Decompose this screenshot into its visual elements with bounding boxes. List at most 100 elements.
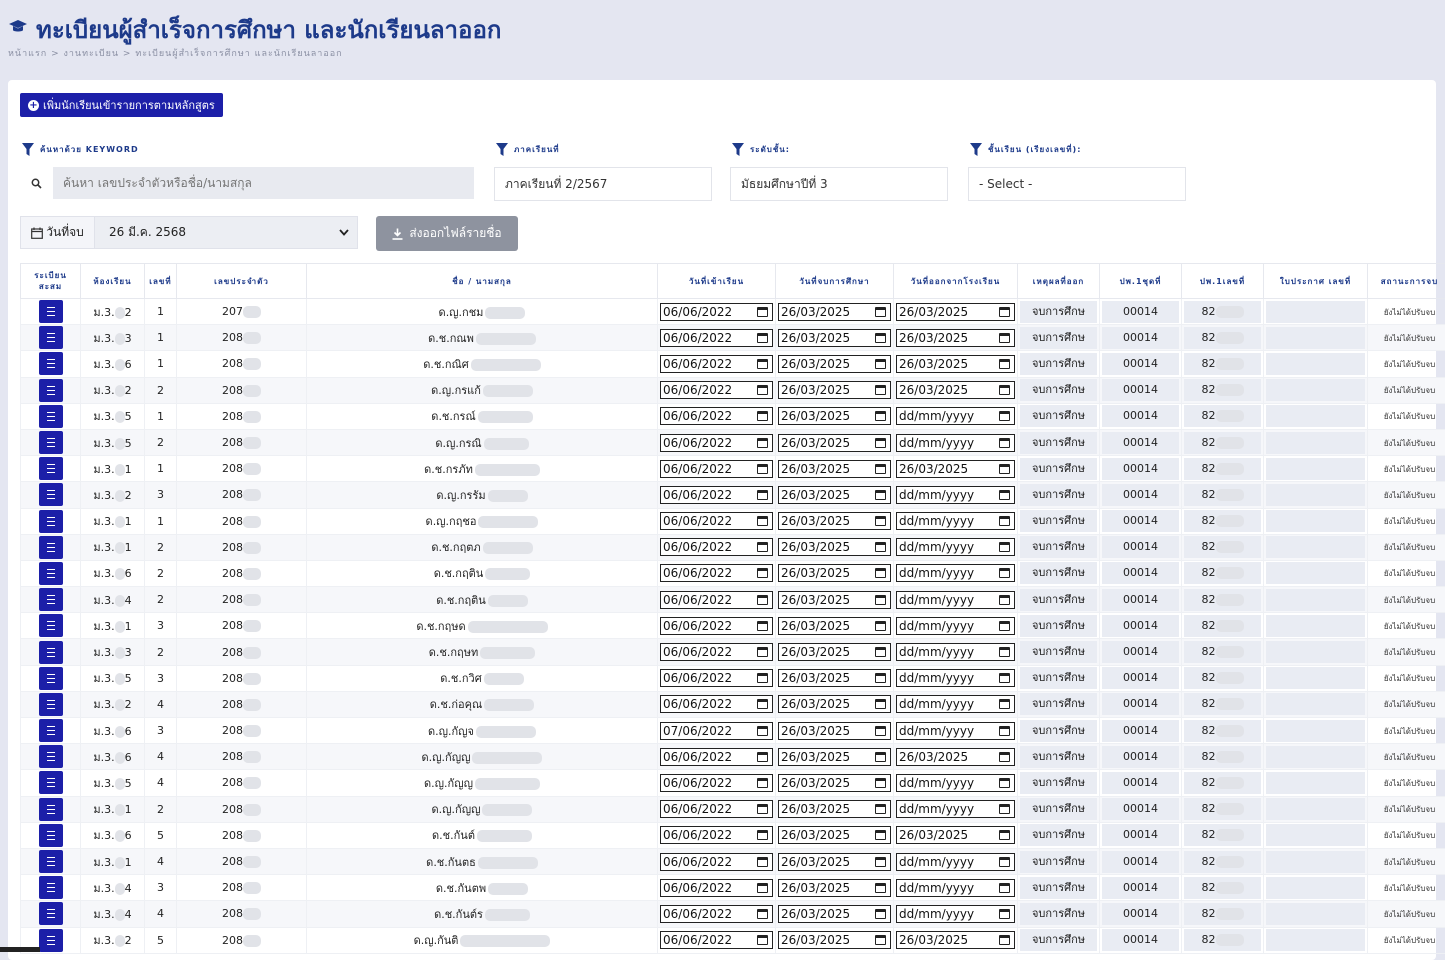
diploma-no-input[interactable]	[1266, 458, 1365, 480]
grad-date-input[interactable]: 26/03/2025	[778, 538, 891, 556]
record-button[interactable]	[39, 929, 63, 952]
diploma-no-input[interactable]	[1266, 615, 1365, 637]
leave-date-input[interactable]: 26/03/2025	[896, 460, 1015, 478]
cert-set-input[interactable]: 00014	[1102, 772, 1179, 794]
leave-date-input[interactable]: dd/mm/yyyy	[896, 879, 1015, 897]
cert-set-input[interactable]: 00014	[1102, 929, 1179, 951]
cert-set-input[interactable]: 00014	[1102, 484, 1179, 506]
grad-date-input[interactable]: 26/03/2025	[778, 722, 891, 740]
export-button[interactable]: ส่งออกไฟล์รายชื่อ	[376, 216, 518, 251]
enter-date-input[interactable]: 06/06/2022	[660, 905, 773, 923]
term-select[interactable]: ภาคเรียนที่ 2/2567	[494, 167, 712, 201]
record-button[interactable]	[39, 562, 63, 585]
cert-set-input[interactable]: 00014	[1102, 353, 1179, 375]
enter-date-input[interactable]: 06/06/2022	[660, 879, 773, 897]
record-button[interactable]	[39, 326, 63, 349]
leave-date-input[interactable]: 26/03/2025	[896, 355, 1015, 373]
reason-input[interactable]: จบการศึกษ	[1020, 693, 1097, 715]
cert-set-input[interactable]: 00014	[1102, 432, 1179, 454]
cert-no-input[interactable]: 82	[1184, 824, 1261, 846]
cert-set-input[interactable]: 00014	[1102, 562, 1179, 584]
reason-input[interactable]: จบการศึกษ	[1020, 432, 1097, 454]
enter-date-input[interactable]: 06/06/2022	[660, 591, 773, 609]
reason-input[interactable]: จบการศึกษ	[1020, 536, 1097, 558]
leave-date-input[interactable]: 26/03/2025	[896, 329, 1015, 347]
cert-set-input[interactable]: 00014	[1102, 667, 1179, 689]
record-button[interactable]	[39, 614, 63, 637]
reason-input[interactable]: จบการศึกษ	[1020, 301, 1097, 323]
diploma-no-input[interactable]	[1266, 536, 1365, 558]
cert-set-input[interactable]: 00014	[1102, 405, 1179, 427]
cert-set-input[interactable]: 00014	[1102, 903, 1179, 925]
grad-date-input[interactable]: 26/03/2025	[778, 905, 891, 923]
add-student-button[interactable]: + เพิ่มนักเรียนเข้ารายการตามหลักสูตร	[20, 93, 223, 117]
reason-input[interactable]: จบการศึกษ	[1020, 510, 1097, 532]
diploma-no-input[interactable]	[1266, 432, 1365, 454]
grad-date-input[interactable]: 26/03/2025	[778, 512, 891, 530]
enter-date-input[interactable]: 06/06/2022	[660, 486, 773, 504]
grad-date-input[interactable]: 26/03/2025	[778, 931, 891, 949]
diploma-no-input[interactable]	[1266, 720, 1365, 742]
enter-date-input[interactable]: 06/06/2022	[660, 931, 773, 949]
cert-no-input[interactable]: 82	[1184, 772, 1261, 794]
record-button[interactable]	[39, 745, 63, 768]
grad-date-input[interactable]: 26/03/2025	[778, 564, 891, 582]
enter-date-input[interactable]: 06/06/2022	[660, 538, 773, 556]
grad-date-input[interactable]: 26/03/2025	[778, 774, 891, 792]
enter-date-input[interactable]: 06/06/2022	[660, 434, 773, 452]
reason-input[interactable]: จบการศึกษ	[1020, 379, 1097, 401]
grad-date-input[interactable]: 26/03/2025	[778, 329, 891, 347]
cert-no-input[interactable]: 82	[1184, 536, 1261, 558]
search-input[interactable]	[53, 167, 474, 199]
cert-no-input[interactable]: 82	[1184, 301, 1261, 323]
leave-date-input[interactable]: 26/03/2025	[896, 381, 1015, 399]
diploma-no-input[interactable]	[1266, 301, 1365, 323]
reason-input[interactable]: จบการศึกษ	[1020, 772, 1097, 794]
leave-date-input[interactable]: dd/mm/yyyy	[896, 486, 1015, 504]
leave-date-input[interactable]: 26/03/2025	[896, 931, 1015, 949]
enter-date-input[interactable]: 06/06/2022	[660, 643, 773, 661]
record-button[interactable]	[39, 693, 63, 716]
reason-input[interactable]: จบการศึกษ	[1020, 562, 1097, 584]
cert-no-input[interactable]: 82	[1184, 484, 1261, 506]
reason-input[interactable]: จบการศึกษ	[1020, 353, 1097, 375]
diploma-no-input[interactable]	[1266, 405, 1365, 427]
enter-date-input[interactable]: 06/06/2022	[660, 695, 773, 713]
leave-date-input[interactable]: dd/mm/yyyy	[896, 643, 1015, 661]
leave-date-input[interactable]: dd/mm/yyyy	[896, 407, 1015, 425]
diploma-no-input[interactable]	[1266, 327, 1365, 349]
grad-date-input[interactable]: 26/03/2025	[778, 879, 891, 897]
enter-date-input[interactable]: 06/06/2022	[660, 303, 773, 321]
cert-no-input[interactable]: 82	[1184, 851, 1261, 873]
leave-date-input[interactable]: dd/mm/yyyy	[896, 591, 1015, 609]
leave-date-input[interactable]: dd/mm/yyyy	[896, 905, 1015, 923]
end-date-select[interactable]: 26 มี.ค. 2568	[95, 217, 357, 248]
reason-input[interactable]: จบการศึกษ	[1020, 458, 1097, 480]
enter-date-input[interactable]: 06/06/2022	[660, 355, 773, 373]
enter-date-input[interactable]: 06/06/2022	[660, 564, 773, 582]
cert-no-input[interactable]: 82	[1184, 720, 1261, 742]
cert-set-input[interactable]: 00014	[1102, 589, 1179, 611]
grad-date-input[interactable]: 26/03/2025	[778, 434, 891, 452]
leave-date-input[interactable]: dd/mm/yyyy	[896, 722, 1015, 740]
record-button[interactable]	[39, 824, 63, 847]
leave-date-input[interactable]: dd/mm/yyyy	[896, 538, 1015, 556]
reason-input[interactable]: จบการศึกษ	[1020, 615, 1097, 637]
diploma-no-input[interactable]	[1266, 353, 1365, 375]
grad-date-input[interactable]: 26/03/2025	[778, 355, 891, 373]
record-button[interactable]	[39, 457, 63, 480]
grad-date-input[interactable]: 26/03/2025	[778, 617, 891, 635]
cert-set-input[interactable]: 00014	[1102, 851, 1179, 873]
leave-date-input[interactable]: dd/mm/yyyy	[896, 853, 1015, 871]
cert-no-input[interactable]: 82	[1184, 432, 1261, 454]
leave-date-input[interactable]: dd/mm/yyyy	[896, 695, 1015, 713]
record-button[interactable]	[39, 798, 63, 821]
cert-no-input[interactable]: 82	[1184, 510, 1261, 532]
enter-date-input[interactable]: 06/06/2022	[660, 329, 773, 347]
grad-date-input[interactable]: 26/03/2025	[778, 643, 891, 661]
leave-date-input[interactable]: 26/03/2025	[896, 303, 1015, 321]
cert-no-input[interactable]: 82	[1184, 877, 1261, 899]
record-button[interactable]	[39, 536, 63, 559]
reason-input[interactable]: จบการศึกษ	[1020, 641, 1097, 663]
reason-input[interactable]: จบการศึกษ	[1020, 720, 1097, 742]
